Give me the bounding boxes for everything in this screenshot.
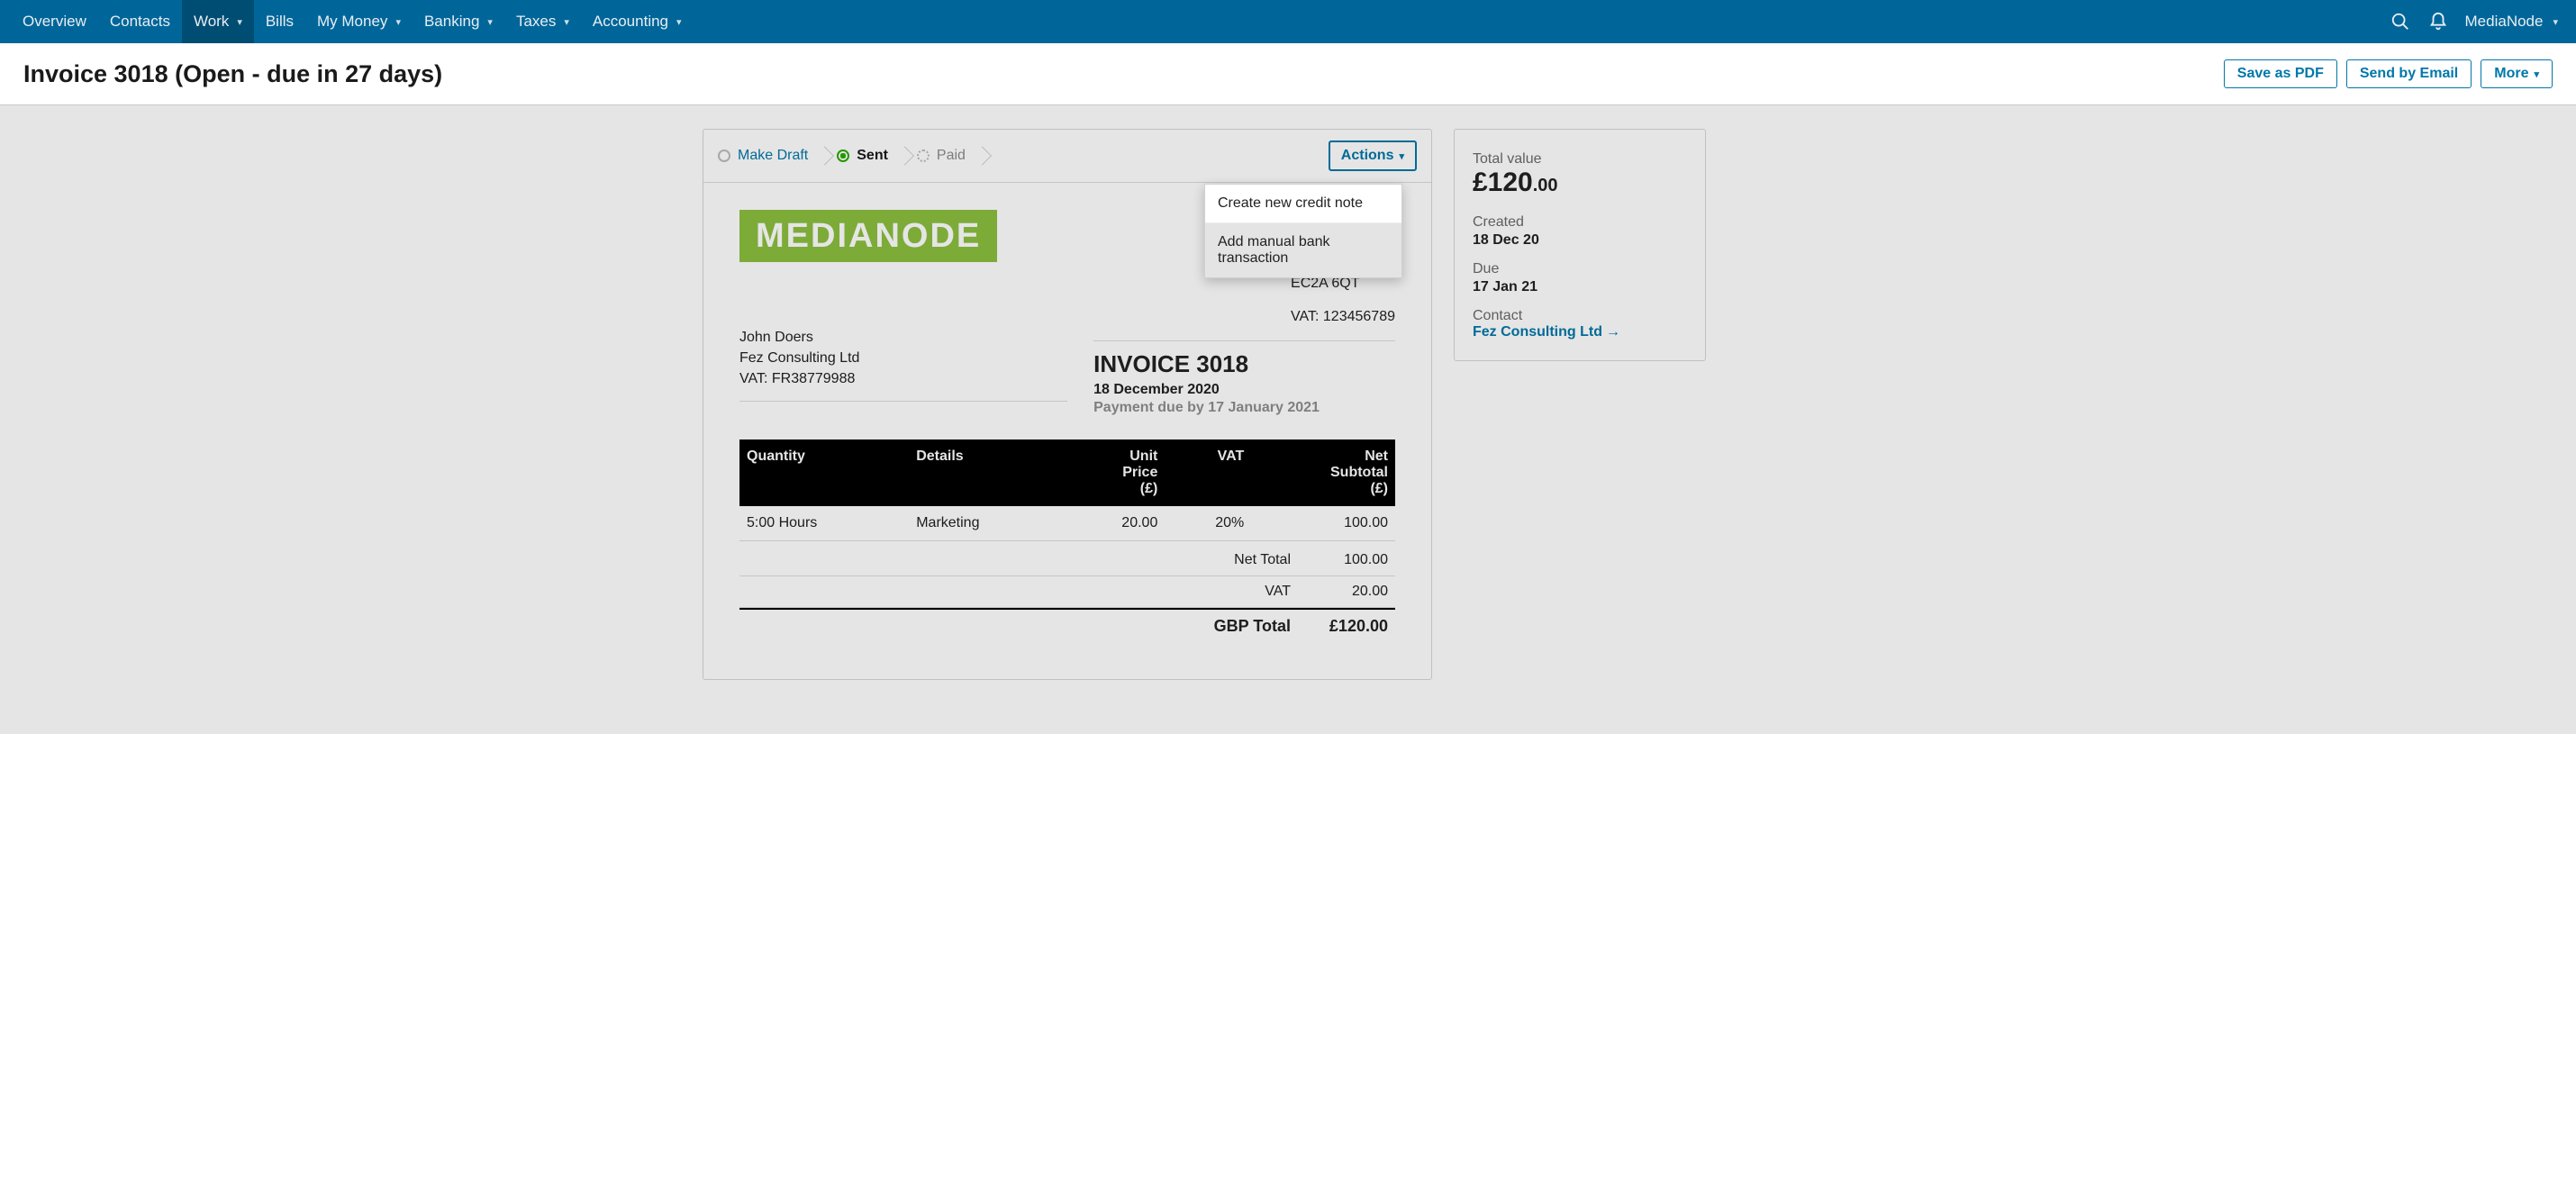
chevron-down-icon: ▾	[564, 16, 569, 28]
created-label: Created	[1473, 214, 1687, 231]
chevron-down-icon: ▾	[395, 16, 401, 28]
line-items-table: Quantity Details UnitPrice(£) VAT NetSub…	[739, 439, 1395, 541]
nav-work[interactable]: Work ▾	[182, 0, 254, 43]
save-pdf-button[interactable]: Save as PDF	[2224, 59, 2337, 88]
company-switcher[interactable]: MediaNode ▾	[2465, 13, 2558, 31]
actions-dropdown: Create new credit note Add manual bank t…	[1204, 184, 1402, 278]
status-steps: Make Draft Sent Paid Actions ▾	[703, 130, 1431, 183]
bell-icon[interactable]	[2427, 11, 2449, 32]
nav-accounting[interactable]: Accounting ▾	[581, 0, 694, 43]
dropdown-add-manual-bank-transaction[interactable]: Add manual bank transaction	[1205, 223, 1401, 277]
chevron-down-icon: ▾	[2534, 68, 2539, 80]
actions-button[interactable]: Actions ▾	[1329, 140, 1417, 171]
send-email-button[interactable]: Send by Email	[2346, 59, 2472, 88]
table-row: 5:00 Hours Marketing 20.00 20% 100.00	[739, 506, 1395, 541]
step-sent: Sent	[837, 148, 904, 164]
nav-overview[interactable]: Overview	[11, 0, 98, 43]
page-title: Invoice 3018 (Open - due in 27 days)	[23, 60, 2224, 88]
invoice-card: Make Draft Sent Paid Actions ▾	[703, 129, 1432, 680]
radio-selected-icon	[837, 150, 849, 162]
chevron-down-icon: ▾	[676, 16, 682, 28]
invoice-due-text: Payment due by 17 January 2021	[1093, 400, 1395, 416]
totals-block: Net Total 100.00 VAT 20.00 GBP Total £12…	[739, 545, 1395, 643]
col-net-subtotal: NetSubtotal(£)	[1251, 439, 1395, 506]
dropdown-create-credit-note[interactable]: Create new credit note	[1205, 185, 1401, 223]
invoice-date: 18 December 2020	[1093, 382, 1395, 398]
step-make-draft[interactable]: Make Draft	[718, 148, 824, 164]
col-details: Details	[909, 439, 1064, 506]
nav-my-money[interactable]: My Money ▾	[305, 0, 413, 43]
nav-bills[interactable]: Bills	[254, 0, 305, 43]
chevron-down-icon: ▾	[237, 16, 242, 28]
due-label: Due	[1473, 261, 1687, 277]
col-quantity: Quantity	[739, 439, 909, 506]
contact-link[interactable]: Fez Consulting Ltd →	[1473, 324, 1620, 340]
page-header: Invoice 3018 (Open - due in 27 days) Sav…	[0, 43, 2576, 105]
invoice-title-block: INVOICE 3018 18 December 2020 Payment du…	[1093, 340, 1395, 416]
col-vat: VAT	[1165, 439, 1251, 506]
total-value-label: Total value	[1473, 151, 1687, 168]
nav-banking[interactable]: Banking ▾	[413, 0, 504, 43]
radio-dotted-icon	[917, 150, 930, 162]
chevron-down-icon: ▾	[2553, 16, 2558, 28]
top-nav: Overview Contacts Work ▾ Bills My Money …	[0, 0, 2576, 43]
nav-contacts[interactable]: Contacts	[98, 0, 182, 43]
to-address: John Doers Fez Consulting Ltd VAT: FR387…	[739, 327, 1067, 402]
nav-taxes[interactable]: Taxes ▾	[504, 0, 581, 43]
grand-total: GBP Total £120.00	[739, 608, 1395, 643]
more-button[interactable]: More ▾	[2481, 59, 2553, 88]
search-icon[interactable]	[2390, 11, 2411, 32]
due-value: 17 Jan 21	[1473, 279, 1687, 295]
chevron-down-icon: ▾	[1399, 150, 1404, 162]
total-value: £120.00	[1473, 168, 1687, 198]
chevron-down-icon: ▾	[487, 16, 493, 28]
summary-card: Total value £120.00 Created 18 Dec 20 Du…	[1454, 129, 1706, 361]
arrow-right-icon: →	[1606, 324, 1620, 340]
invoice-number: INVOICE 3018	[1093, 350, 1395, 378]
contact-label: Contact	[1473, 308, 1687, 324]
step-paid: Paid	[917, 148, 982, 164]
col-unit-price: UnitPrice(£)	[1064, 439, 1165, 506]
company-logo: MEDIANODE	[739, 210, 997, 262]
created-value: 18 Dec 20	[1473, 232, 1687, 249]
radio-empty-icon	[718, 150, 730, 162]
